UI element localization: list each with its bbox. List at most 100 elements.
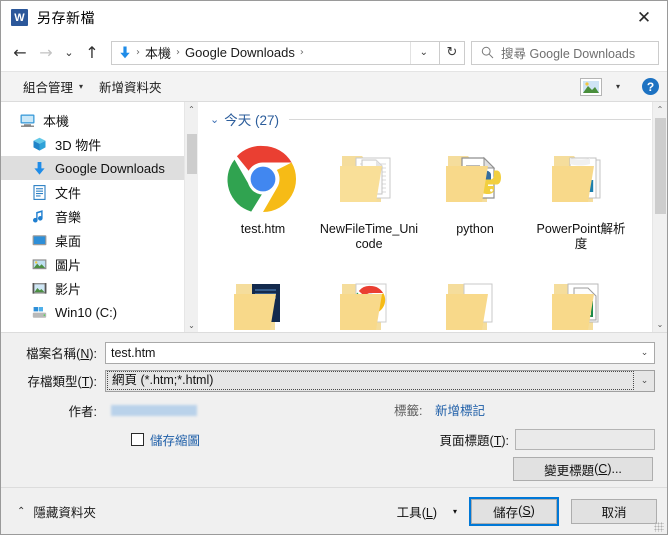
metadata-row: 作者: 標籤: 新增標記 [13, 397, 655, 423]
scrollbar-thumb[interactable] [186, 134, 197, 174]
page-title-accel: T [493, 433, 502, 448]
file-item-label: PowerPoint解析度 [536, 222, 626, 251]
recent-locations-icon[interactable]: ⌄ [59, 40, 79, 66]
sidebar-item-3d-objects[interactable]: 3D 物件 [1, 132, 198, 156]
sidebar-item-pictures[interactable]: 圖片 [1, 252, 198, 276]
folder-item-row2-2[interactable] [316, 266, 422, 332]
sidebar-item-videos[interactable]: 影片 [1, 276, 198, 300]
sidebar-item-win10-c[interactable]: Win10 (C:) [1, 300, 198, 324]
folder-item-row2-4[interactable] [528, 266, 634, 332]
cancel-button[interactable]: 取消 [571, 498, 657, 524]
sidebar-item-label: 圖片 [55, 257, 82, 273]
filetype-value[interactable]: 網頁 (*.htm;*.html) [107, 371, 634, 390]
chevron-down-icon[interactable]: ▾ [453, 507, 457, 516]
chevron-down-icon: ▾ [615, 82, 620, 91]
sidebar-item-documents[interactable]: 文件 [1, 180, 198, 204]
up-icon[interactable]: ↑ [79, 40, 105, 66]
page-title-label: 頁面標題(T): [439, 433, 509, 448]
scroll-up-icon[interactable]: ⌃ [653, 102, 668, 117]
folder-powerpoint-icon [544, 142, 618, 216]
chevron-down-icon[interactable]: ⌄ [409, 41, 437, 64]
change-title-button[interactable]: 變更標題(C)... [513, 457, 653, 481]
page-title-label-text: 頁面標題 [439, 433, 490, 448]
chevron-down-icon: ▾ [79, 82, 84, 91]
filetype-label: 存檔類型(T): [27, 375, 97, 389]
back-icon[interactable]: ← [7, 40, 33, 66]
file-item-test-htm[interactable]: test.htm [210, 134, 316, 266]
documents-icon [31, 184, 48, 201]
organize-button[interactable]: 組合管理 ▾ [15, 75, 91, 99]
checkbox-box[interactable] [131, 432, 144, 446]
search-box[interactable]: 搜尋 Google Downloads [471, 40, 659, 65]
dialog-body: 本機 3D 物件 Google Downloads 文件 音樂 桌面 圖片 影片… [1, 102, 667, 332]
file-item-label: test.htm [240, 222, 286, 236]
sidebar-item-this-pc[interactable]: 本機 [1, 108, 198, 132]
hide-folders-button[interactable]: ⌃ 隱藏資料夾 [17, 502, 96, 521]
navigation-bar: ← → ⌄ ↑ › 本機 › Google Downloads › ⌄ ↻ 搜尋… [1, 34, 667, 71]
forward-icon: → [39, 43, 53, 62]
save-label: 儲存 [493, 505, 519, 520]
page-title-input[interactable] [515, 428, 655, 450]
sidebar-item-google-downloads[interactable]: Google Downloads [1, 156, 198, 180]
filetype-select[interactable]: 網頁 (*.htm;*.html) ⌄ [105, 369, 655, 392]
filetype-label-text: 存檔類型 [27, 375, 78, 389]
chevron-down-icon[interactable]: ⌄ [635, 376, 654, 386]
sidebar-item-music[interactable]: 音樂 [1, 204, 198, 228]
folder-item-row2-3[interactable] [422, 266, 528, 332]
add-tag-link[interactable]: 新增標記 [435, 404, 485, 418]
search-input[interactable]: 搜尋 Google Downloads [501, 43, 635, 62]
page-title-group: 頁面標題(T): [439, 428, 655, 450]
options-row: 儲存縮圖 頁面標題(T): [13, 425, 655, 453]
music-icon [31, 208, 48, 225]
save-button[interactable]: 儲存(S) [469, 496, 559, 526]
scrollbar-thumb[interactable] [654, 118, 666, 214]
sidebar-item-desktop[interactable]: 桌面 [1, 228, 198, 252]
author-label: 作者: [68, 404, 97, 419]
breadcrumb-item-1[interactable]: Google Downloads [181, 45, 299, 60]
desktop-icon [31, 232, 48, 249]
folder-document-icon [332, 142, 406, 216]
scroll-down-icon[interactable]: ⌄ [653, 317, 668, 332]
close-icon[interactable]: ✕ [621, 1, 667, 34]
save-thumbnail-label[interactable]: 儲存縮圖 [150, 430, 200, 449]
chevron-down-icon[interactable]: ⌄ [635, 348, 654, 358]
breadcrumb-item-0[interactable]: 本機 [141, 43, 175, 62]
view-layout-icon[interactable] [579, 77, 602, 96]
file-group-header[interactable]: ⌄ 今天 (27) [204, 106, 667, 132]
filename-value[interactable]: test.htm [106, 346, 635, 360]
view-dropdown-button[interactable]: ▾ [602, 75, 628, 99]
new-folder-button[interactable]: 新增資料夾 [91, 75, 170, 99]
author-value[interactable] [111, 404, 197, 416]
refresh-icon[interactable]: ↻ [440, 40, 465, 65]
scroll-down-icon[interactable]: ⌄ [185, 318, 199, 332]
save-as-dialog: W 另存新檔 ✕ ← → ⌄ ↑ › 本機 › Google Downloads… [0, 0, 668, 535]
folder-item-python[interactable]: python [422, 134, 528, 266]
folder-item-newfiletime-unicode[interactable]: NewFileTime_Unicode [316, 134, 422, 266]
tree-scrollbar[interactable]: ⌃ ⌄ [184, 102, 198, 332]
chevron-down-icon[interactable]: ⌄ [210, 113, 219, 126]
chrome-html-file-icon [226, 142, 300, 216]
save-thumbnail-checkbox[interactable]: 儲存縮圖 [131, 430, 200, 449]
file-group-label: 今天 (27) [224, 113, 279, 128]
file-list-scrollbar[interactable]: ⌃ ⌄ [652, 102, 667, 332]
tools-button[interactable]: 工具(L) ▾ [397, 502, 457, 521]
filename-label: 檔案名稱(N): [26, 347, 97, 361]
folder-item-powerpoint[interactable]: PowerPoint解析度 [528, 134, 634, 266]
organize-label: 組合管理 [23, 81, 74, 95]
filename-input[interactable]: test.htm ⌄ [105, 341, 655, 364]
sidebar-item-label: 影片 [55, 281, 82, 297]
folder-item-row2-1[interactable] [210, 266, 316, 332]
tools-label-text: 工具 [396, 505, 422, 520]
navigation-tree: 本機 3D 物件 Google Downloads 文件 音樂 桌面 圖片 影片… [1, 102, 198, 332]
sidebar-item-label: 3D 物件 [55, 137, 102, 153]
scroll-up-icon[interactable]: ⌃ [185, 102, 199, 116]
hide-folders-label: 隱藏資料夾 [33, 505, 96, 520]
file-item-label: NewFileTime_Unicode [319, 222, 419, 251]
address-bar[interactable]: › 本機 › Google Downloads › ⌄ [111, 40, 440, 65]
sidebar-item-label: Google Downloads [55, 160, 165, 176]
help-icon[interactable]: ? [642, 78, 659, 95]
breadcrumb-separator: › [299, 47, 304, 58]
sidebar-item-label: 音樂 [55, 209, 82, 225]
resize-grip[interactable] [654, 522, 664, 532]
videos-icon [31, 280, 48, 297]
